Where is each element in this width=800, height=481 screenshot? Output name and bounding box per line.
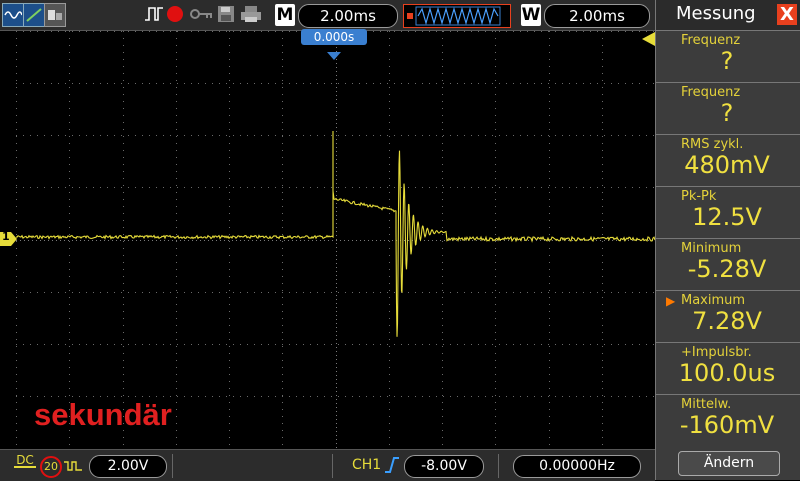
save-disk-icon[interactable] [216,3,236,25]
trigger-source[interactable]: CH1 [352,457,381,473]
invert-wave-icon[interactable] [63,458,83,477]
trigger-level[interactable]: -8.00V [404,455,484,478]
measurement-slot-1[interactable]: Frequenz ? [656,31,800,83]
printer-icon[interactable] [240,3,262,25]
trigger-level-marker[interactable] [642,31,655,50]
measurement-slot-6[interactable]: ▶ Maximum 7.28V [656,291,800,343]
channel1-marker[interactable]: 1 [0,230,18,250]
memory-window-indicator[interactable] [403,4,511,28]
trigger-position-marker [327,45,341,64]
panel-header: Messung X [656,0,800,31]
panel-title: Messung [676,3,756,24]
measurement-slot-3[interactable]: RMS zykl. 480mV [656,135,800,187]
top-toolbar: M 2.00ms W 2.00ms [0,0,655,31]
trigger-frequency: 0.00000Hz [513,455,641,478]
measurement-slot-4[interactable]: Pk-Pk 12.5V [656,187,800,239]
close-button[interactable]: X [777,4,797,25]
waveform-grid[interactable] [16,31,655,448]
key-icon[interactable] [190,3,214,25]
pulse-icon[interactable] [144,3,164,25]
coupling-icon[interactable]: DC [14,454,36,468]
persist-icon[interactable] [44,3,66,27]
window-label: W [521,4,541,26]
timebase-value[interactable]: 2.00ms [298,4,398,28]
change-button[interactable]: Ändern [678,451,780,476]
timebase-main-label: M [275,4,295,26]
measurement-slot-2[interactable]: Frequenz ? [656,83,800,135]
record-icon[interactable] [165,3,185,25]
measurement-slot-8[interactable]: Mittelw. -160mV [656,395,800,446]
selected-arrow-icon: ▶ [666,294,676,308]
rising-edge-icon[interactable] [384,456,400,478]
measurement-panel: Messung X Frequenz ? Frequenz ? RMS zykl… [655,0,800,480]
measurement-slot-7[interactable]: +Impulsbr. 100.0us [656,343,800,395]
waveform-mode-icon[interactable] [2,3,24,27]
channel1-trace [16,131,655,337]
channel-scale[interactable]: 2.00V [89,455,167,478]
bottom-status-bar: DC 20 2.00V CH1 -8.00V 0.00000Hz [0,449,655,481]
bandwidth-limit-icon[interactable]: 20 [40,456,62,478]
caption-text: sekundär [34,397,172,432]
measurement-slot-5[interactable]: Minimum -5.28V [656,239,800,291]
xy-mode-icon[interactable] [23,3,45,27]
trigger-time-label[interactable]: 0.000s [301,29,367,45]
memory-waveform-icon [407,6,501,26]
window-value[interactable]: 2.00ms [544,4,650,28]
